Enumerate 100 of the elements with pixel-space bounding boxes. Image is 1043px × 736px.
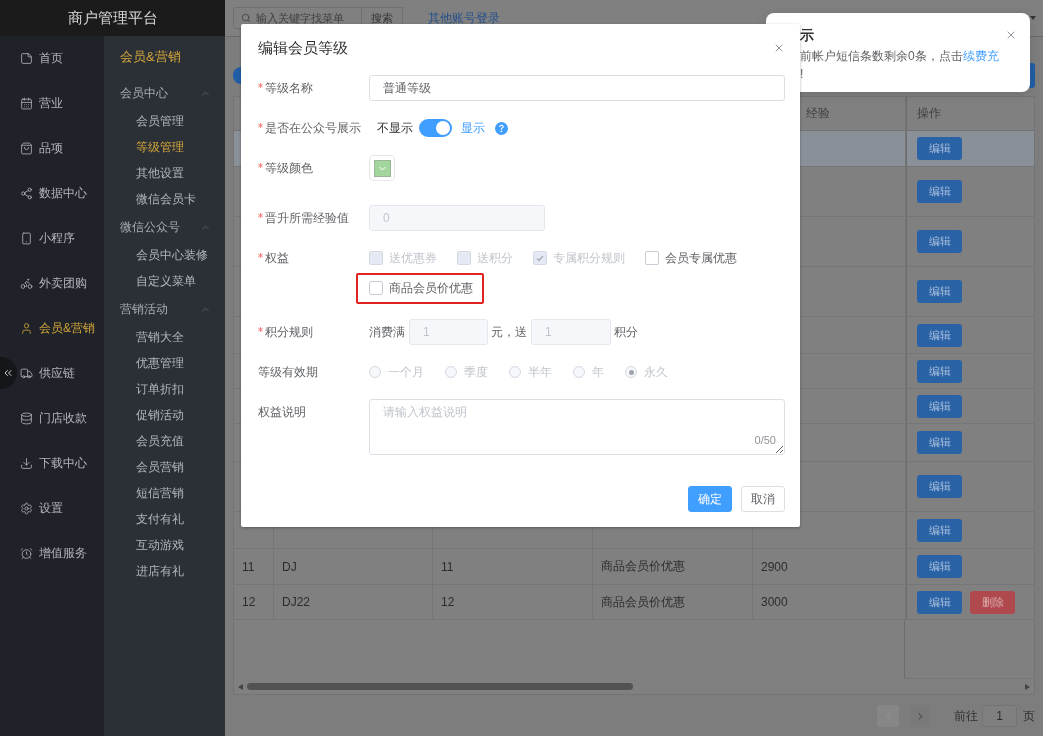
nav-item[interactable]: 供应链	[18, 351, 104, 396]
checkbox-label[interactable]: 会员专属优惠	[665, 249, 737, 267]
table-cell: 2900	[761, 559, 788, 574]
submenu-item[interactable]: 进店有礼	[120, 558, 211, 584]
submenu-item[interactable]: 订单折扣	[120, 376, 211, 402]
nav-item[interactable]: 门店收款	[18, 396, 104, 441]
submenu-item[interactable]: 支付有礼	[120, 506, 211, 532]
scroll-right-icon[interactable]	[1025, 683, 1030, 690]
edit-button[interactable]: 编辑	[917, 137, 962, 160]
edit-button[interactable]: 编辑	[917, 230, 962, 253]
menu-group[interactable]: 微信公众号	[120, 212, 211, 242]
bicycle-icon	[20, 277, 33, 290]
table-cell: 12	[242, 595, 256, 609]
settings-icon	[20, 502, 33, 515]
submenu-item[interactable]: 微信会员卡	[120, 186, 211, 212]
note-icon	[20, 52, 33, 65]
submenu-item[interactable]: 自定义菜单	[120, 268, 211, 294]
edit-button[interactable]: 编辑	[917, 280, 962, 303]
scrollbar-thumb[interactable]	[247, 683, 633, 690]
submenu-item[interactable]: 会员营销	[120, 454, 211, 480]
database-icon	[20, 412, 33, 425]
toggle-switch[interactable]	[419, 119, 452, 137]
brand-title: 商户管理平台	[0, 0, 225, 36]
submenu-item[interactable]: 短信营销	[120, 480, 211, 506]
notification-title: 示	[800, 26, 814, 45]
field-label: 等级有效期	[258, 363, 318, 381]
bag-icon	[20, 142, 33, 155]
nav-item[interactable]: 设置	[18, 486, 104, 531]
edit-button[interactable]: 编辑	[917, 590, 962, 614]
field-label: 权益说明	[258, 403, 306, 421]
calendar-icon	[20, 97, 33, 110]
dialog-title: 编辑会员等级	[258, 38, 348, 58]
alarm-clock-icon	[20, 547, 33, 560]
field-label: 等级颜色	[265, 159, 313, 177]
nav-item[interactable]: 营业	[18, 81, 104, 126]
nav-item[interactable]: 下载中心	[18, 441, 104, 486]
submenu-item[interactable]: 互动游戏	[120, 532, 211, 558]
checkbox[interactable]	[369, 281, 383, 295]
column-header: 操作	[917, 105, 941, 122]
field-label: 是否在公众号展示	[265, 119, 361, 137]
table-cell: 商品会员价优惠	[601, 558, 685, 575]
table-cell: 12	[441, 595, 455, 609]
menu-group[interactable]: 会员中心	[120, 78, 211, 108]
edit-button[interactable]: 编辑	[917, 323, 962, 347]
search-icon	[241, 13, 251, 23]
table-cell: 11	[441, 559, 454, 574]
table-cell: 11	[242, 559, 255, 574]
nav-item[interactable]: 首页	[18, 36, 104, 81]
edit-button[interactable]: 编辑	[917, 359, 962, 383]
field-label: 积分规则	[265, 323, 313, 341]
edit-button[interactable]: 编辑	[917, 518, 962, 542]
menu-group[interactable]: 营销活动	[120, 294, 211, 324]
nav-item[interactable]: 数据中心	[18, 171, 104, 216]
checkbox-label[interactable]: 商品会员价优惠	[389, 279, 473, 297]
submenu-item[interactable]: 优惠管理	[120, 350, 211, 376]
edit-button[interactable]: 编辑	[917, 394, 962, 418]
switch-off-label: 不显示	[377, 119, 413, 137]
table-cell: DJ	[282, 559, 297, 574]
page-field[interactable]: 1	[982, 705, 1017, 727]
rule-text: 消费满	[369, 323, 405, 341]
goto-label: 前往	[954, 707, 978, 725]
submenu-item[interactable]: 会员充值	[120, 428, 211, 454]
rule-text: 积分	[614, 323, 638, 341]
field-label: 晋升所需经验值	[265, 209, 349, 227]
share-icon	[20, 187, 33, 200]
pill-button[interactable]	[233, 66, 241, 84]
submenu-item[interactable]: 促销活动	[120, 402, 211, 428]
cancel-button[interactable]: 取消	[741, 486, 785, 512]
page-unit: 页	[1023, 707, 1035, 725]
nav-item[interactable]: 外卖团购	[18, 261, 104, 306]
table-cell: 3000	[761, 595, 788, 609]
nav-item[interactable]: 品项	[18, 126, 104, 171]
submenu-item[interactable]: 会员管理	[120, 108, 211, 134]
rule-text: 元，送	[491, 323, 527, 341]
table-cell: DJ22	[282, 595, 310, 609]
scroll-left-icon[interactable]	[238, 683, 243, 690]
caret-icon[interactable]	[1030, 16, 1036, 20]
edit-button[interactable]: 编辑	[917, 431, 962, 454]
edit-button[interactable]: 编辑	[917, 475, 962, 498]
edit-button[interactable]: 编辑	[917, 555, 962, 578]
download-icon	[20, 457, 33, 470]
field-label: 等级名称	[265, 79, 313, 97]
submenu-item[interactable]: 会员中心装修	[120, 242, 211, 268]
edit-button[interactable]: 编辑	[917, 180, 962, 203]
text-field[interactable]: 普通等级	[369, 75, 785, 101]
submenu-item[interactable]: 营销大全	[120, 324, 211, 350]
submenu-item[interactable]: 等级管理	[120, 134, 211, 160]
switch-on-label: 显示	[461, 119, 485, 137]
close-icon[interactable]	[1005, 29, 1017, 41]
submenu-item[interactable]: 其他设置	[120, 160, 211, 186]
checkbox[interactable]	[645, 251, 659, 265]
nav-item[interactable]: 增值服务	[18, 531, 104, 576]
column-header: 经验	[806, 105, 830, 122]
nav-item[interactable]: 会员&营销	[18, 306, 104, 351]
help-icon[interactable]	[495, 121, 508, 135]
phone-icon	[20, 232, 33, 245]
nav-item[interactable]: 小程序	[18, 216, 104, 261]
user-icon	[20, 322, 33, 335]
close-icon[interactable]	[773, 42, 785, 54]
chevrons-left-icon	[2, 367, 14, 379]
